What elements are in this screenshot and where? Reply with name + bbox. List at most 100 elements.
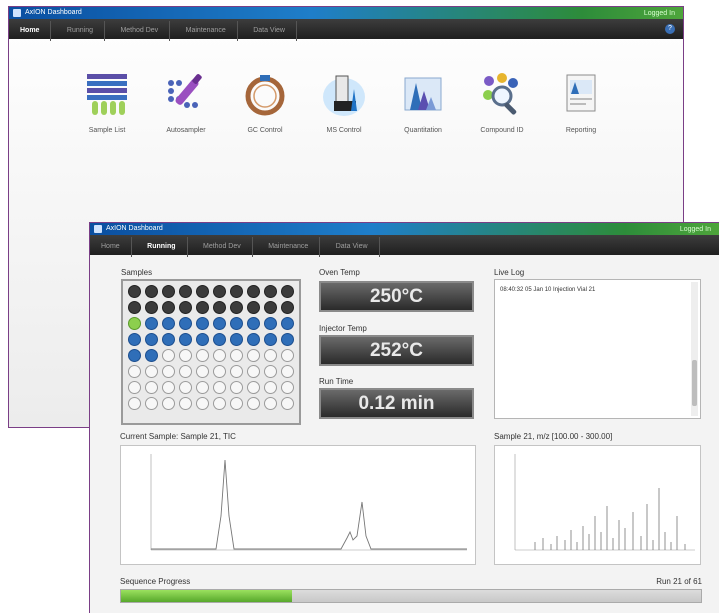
sample-well[interactable] xyxy=(247,349,260,362)
sample-well[interactable] xyxy=(179,317,192,330)
sample-well[interactable] xyxy=(230,397,243,410)
sample-well[interactable] xyxy=(162,381,175,394)
tab-running[interactable]: Running xyxy=(56,21,105,41)
sample-well[interactable] xyxy=(230,317,243,330)
sample-well[interactable] xyxy=(179,285,192,298)
sample-well[interactable] xyxy=(264,397,277,410)
quantitation-launcher[interactable]: Quantitation xyxy=(383,71,463,134)
sample-well[interactable] xyxy=(145,365,158,378)
sample-well[interactable] xyxy=(213,285,226,298)
sample-well[interactable] xyxy=(196,397,209,410)
sample-well[interactable] xyxy=(281,365,294,378)
tab-method-dev[interactable]: Method Dev xyxy=(192,237,253,257)
tic-plot[interactable] xyxy=(120,445,476,565)
sample-well[interactable] xyxy=(145,301,158,314)
sample-well[interactable] xyxy=(281,333,294,346)
mz-plot[interactable] xyxy=(494,445,701,565)
sample-well[interactable] xyxy=(179,349,192,362)
sample-plate[interactable] xyxy=(121,279,301,425)
sample-well[interactable] xyxy=(247,317,260,330)
autosampler-launcher[interactable]: Autosampler xyxy=(146,71,226,134)
sample-well[interactable] xyxy=(145,317,158,330)
tab-data-view[interactable]: Data View xyxy=(242,21,297,41)
sample-well[interactable] xyxy=(128,349,141,362)
sample-well[interactable] xyxy=(281,301,294,314)
sample-well[interactable] xyxy=(213,397,226,410)
sample-well[interactable] xyxy=(162,301,175,314)
sample-well[interactable] xyxy=(247,285,260,298)
sample-well[interactable] xyxy=(230,365,243,378)
sample-well[interactable] xyxy=(128,381,141,394)
sample-well[interactable] xyxy=(162,317,175,330)
sample-well[interactable] xyxy=(264,285,277,298)
sample-well[interactable] xyxy=(264,365,277,378)
live-log-panel[interactable]: 08:40:32 05 Jan 10 Injection Vial 21 xyxy=(494,279,701,419)
sample-well[interactable] xyxy=(196,333,209,346)
sample-well[interactable] xyxy=(128,333,141,346)
sample-well[interactable] xyxy=(230,301,243,314)
sample-well[interactable] xyxy=(162,397,175,410)
sample-well[interactable] xyxy=(179,301,192,314)
sample-well[interactable] xyxy=(230,381,243,394)
sample-well[interactable] xyxy=(162,285,175,298)
sample-well[interactable] xyxy=(281,285,294,298)
sample-well[interactable] xyxy=(145,397,158,410)
log-scrollbar[interactable] xyxy=(691,282,698,416)
sample-well[interactable] xyxy=(247,397,260,410)
sample-well[interactable] xyxy=(264,381,277,394)
sample-well[interactable] xyxy=(196,349,209,362)
tab-home[interactable]: Home xyxy=(90,237,132,257)
sample-well[interactable] xyxy=(179,381,192,394)
sample-well[interactable] xyxy=(281,397,294,410)
sample-list-launcher[interactable]: Sample List xyxy=(67,71,147,134)
sample-well[interactable] xyxy=(145,285,158,298)
gc-control-launcher[interactable]: GC Control xyxy=(225,71,305,134)
sample-well[interactable] xyxy=(230,333,243,346)
sample-well[interactable] xyxy=(264,349,277,362)
sample-well[interactable] xyxy=(196,381,209,394)
sample-well[interactable] xyxy=(213,333,226,346)
tab-running[interactable]: Running xyxy=(136,237,188,257)
sample-well[interactable] xyxy=(247,333,260,346)
sample-well[interactable] xyxy=(162,333,175,346)
sample-well[interactable] xyxy=(230,285,243,298)
sample-well[interactable] xyxy=(128,301,141,314)
sample-well[interactable] xyxy=(128,365,141,378)
sample-well[interactable] xyxy=(196,301,209,314)
sample-well[interactable] xyxy=(196,317,209,330)
sample-well[interactable] xyxy=(247,381,260,394)
sample-well[interactable] xyxy=(128,397,141,410)
sample-well[interactable] xyxy=(281,317,294,330)
sample-well[interactable] xyxy=(264,333,277,346)
sample-well[interactable] xyxy=(264,301,277,314)
tab-maintenance[interactable]: Maintenance xyxy=(257,237,321,257)
log-scroll-thumb[interactable] xyxy=(692,360,697,406)
ms-control-launcher[interactable]: MS Control xyxy=(304,71,384,134)
sample-well[interactable] xyxy=(213,349,226,362)
tab-data-view[interactable]: Data View xyxy=(325,237,380,257)
sample-well[interactable] xyxy=(247,301,260,314)
sample-well[interactable] xyxy=(162,365,175,378)
sample-well[interactable] xyxy=(179,365,192,378)
sample-well[interactable] xyxy=(281,349,294,362)
sample-well[interactable] xyxy=(179,333,192,346)
sample-well[interactable] xyxy=(247,365,260,378)
sample-well[interactable] xyxy=(145,333,158,346)
sample-well[interactable] xyxy=(145,381,158,394)
sample-well[interactable] xyxy=(213,381,226,394)
sample-well[interactable] xyxy=(196,285,209,298)
sample-well[interactable] xyxy=(128,317,141,330)
sample-well[interactable] xyxy=(145,349,158,362)
sample-well[interactable] xyxy=(213,317,226,330)
tab-maintenance[interactable]: Maintenance xyxy=(175,21,238,41)
sample-well[interactable] xyxy=(179,397,192,410)
sample-well[interactable] xyxy=(196,365,209,378)
reporting-launcher[interactable]: Reporting xyxy=(541,71,621,134)
sample-well[interactable] xyxy=(281,381,294,394)
sample-well[interactable] xyxy=(230,349,243,362)
compound-id-launcher[interactable]: Compound ID xyxy=(462,71,542,134)
sample-well[interactable] xyxy=(213,365,226,378)
sample-well[interactable] xyxy=(162,349,175,362)
tab-method-dev[interactable]: Method Dev xyxy=(109,21,171,41)
sample-well[interactable] xyxy=(128,285,141,298)
